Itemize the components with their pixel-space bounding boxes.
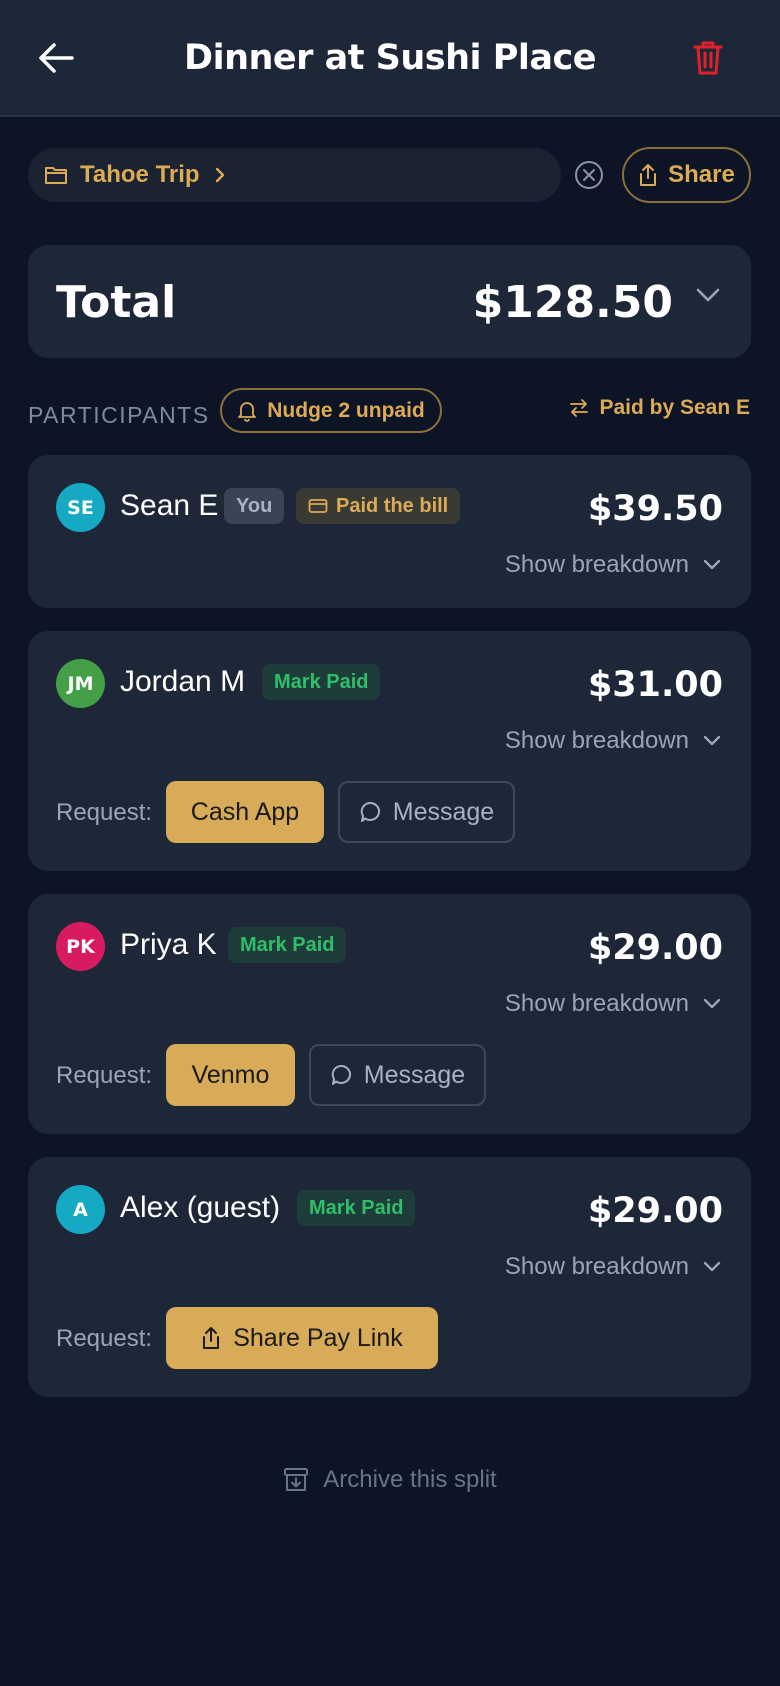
request-label: Request:	[56, 799, 153, 826]
bell-icon	[238, 401, 257, 422]
total-card[interactable]: Total $128.50	[28, 245, 751, 358]
paid-by-selector[interactable]: Paid by Sean E	[569, 396, 750, 420]
message-icon	[360, 801, 380, 822]
mark-paid-button[interactable]: Mark Paid	[297, 1190, 416, 1226]
message-label: Message	[363, 1060, 466, 1089]
delete-button[interactable]	[686, 36, 730, 80]
participant-name: Jordan M	[120, 665, 246, 698]
chevron-down-icon	[703, 735, 721, 746]
message-icon	[331, 1064, 351, 1085]
you-badge: You	[224, 488, 285, 524]
show-breakdown-toggle[interactable]: Show breakdown	[505, 1253, 721, 1281]
total-amount: $128.50	[472, 277, 673, 328]
trash-icon	[693, 41, 723, 75]
group-label: Tahoe Trip	[80, 161, 200, 188]
share-pay-link-button[interactable]: Share Pay Link	[166, 1307, 438, 1369]
participant-amount: $39.50	[587, 489, 723, 529]
breakdown-label: Show breakdown	[504, 990, 689, 1017]
request-label: Request:	[56, 1325, 153, 1352]
share-button[interactable]: Share	[622, 147, 751, 203]
participant-card: JM Jordan M Mark Paid $31.00 Show breakd…	[28, 631, 751, 871]
paid-by-label: Paid by Sean E	[599, 396, 750, 419]
chevron-down-icon	[703, 559, 721, 570]
close-circle-icon	[575, 161, 603, 189]
share-pay-link-label: Share Pay Link	[233, 1323, 403, 1352]
show-breakdown-toggle[interactable]: Show breakdown	[505, 727, 721, 755]
paid-bill-badge: Paid the bill	[296, 488, 461, 524]
group-chip[interactable]: Tahoe Trip	[28, 148, 561, 202]
venmo-button[interactable]: Venmo	[166, 1044, 295, 1106]
folder-icon	[45, 167, 67, 184]
archive-icon	[284, 1468, 309, 1491]
participants-heading: PARTICIPANTS	[28, 402, 210, 428]
share-label: Share	[668, 161, 735, 188]
participant-amount: $29.00	[587, 928, 723, 968]
request-label: Request:	[56, 1062, 153, 1089]
card-icon	[308, 499, 328, 513]
swap-icon	[570, 399, 589, 417]
chevron-right-icon	[214, 166, 226, 184]
share-icon	[203, 1327, 220, 1349]
participant-amount: $31.00	[587, 665, 723, 705]
share-icon	[640, 164, 657, 186]
mark-paid-button[interactable]: Mark Paid	[228, 927, 347, 963]
show-breakdown-toggle[interactable]: Show breakdown	[505, 551, 721, 579]
participant-name: Priya K	[120, 928, 217, 961]
avatar: SE	[56, 483, 105, 532]
page-title: Dinner at Sushi Place	[184, 38, 596, 78]
cash-app-button[interactable]: Cash App	[166, 781, 324, 843]
archive-split-button[interactable]: Archive this split	[0, 1466, 780, 1494]
participant-name: Alex (guest)	[120, 1191, 281, 1224]
participant-card: A Alex (guest) Mark Paid $29.00 Show bre…	[28, 1157, 751, 1397]
participant-card: SE Sean E You Paid the bill $39.50 Show …	[28, 455, 751, 608]
participant-amount: $29.00	[587, 1191, 723, 1231]
nudge-label: Nudge 2 unpaid	[267, 398, 425, 422]
app-header: Dinner at Sushi Place	[0, 0, 780, 117]
back-button[interactable]	[34, 36, 78, 80]
message-button[interactable]: Message	[338, 781, 515, 843]
chevron-down-icon	[703, 998, 721, 1009]
message-label: Message	[392, 797, 495, 826]
breakdown-label: Show breakdown	[504, 727, 689, 754]
breakdown-label: Show breakdown	[504, 1253, 689, 1280]
breakdown-label: Show breakdown	[504, 551, 689, 578]
message-button[interactable]: Message	[309, 1044, 486, 1106]
nudge-unpaid-button[interactable]: Nudge 2 unpaid	[220, 388, 442, 433]
mark-paid-button[interactable]: Mark Paid	[262, 664, 381, 700]
chevron-down-icon[interactable]	[695, 287, 721, 303]
avatar: PK	[56, 922, 105, 971]
avatar: JM	[56, 659, 105, 708]
avatar: A	[56, 1185, 105, 1234]
total-label: Total	[56, 277, 177, 328]
paid-bill-label: Paid the bill	[336, 494, 449, 517]
participant-card: PK Priya K Mark Paid $29.00 Show breakdo…	[28, 894, 751, 1134]
chevron-down-icon	[703, 1261, 721, 1272]
remove-group-button[interactable]	[574, 160, 604, 190]
archive-label: Archive this split	[323, 1466, 497, 1493]
show-breakdown-toggle[interactable]: Show breakdown	[505, 990, 721, 1018]
arrow-left-icon	[39, 43, 74, 73]
participant-name: Sean E	[120, 489, 219, 522]
